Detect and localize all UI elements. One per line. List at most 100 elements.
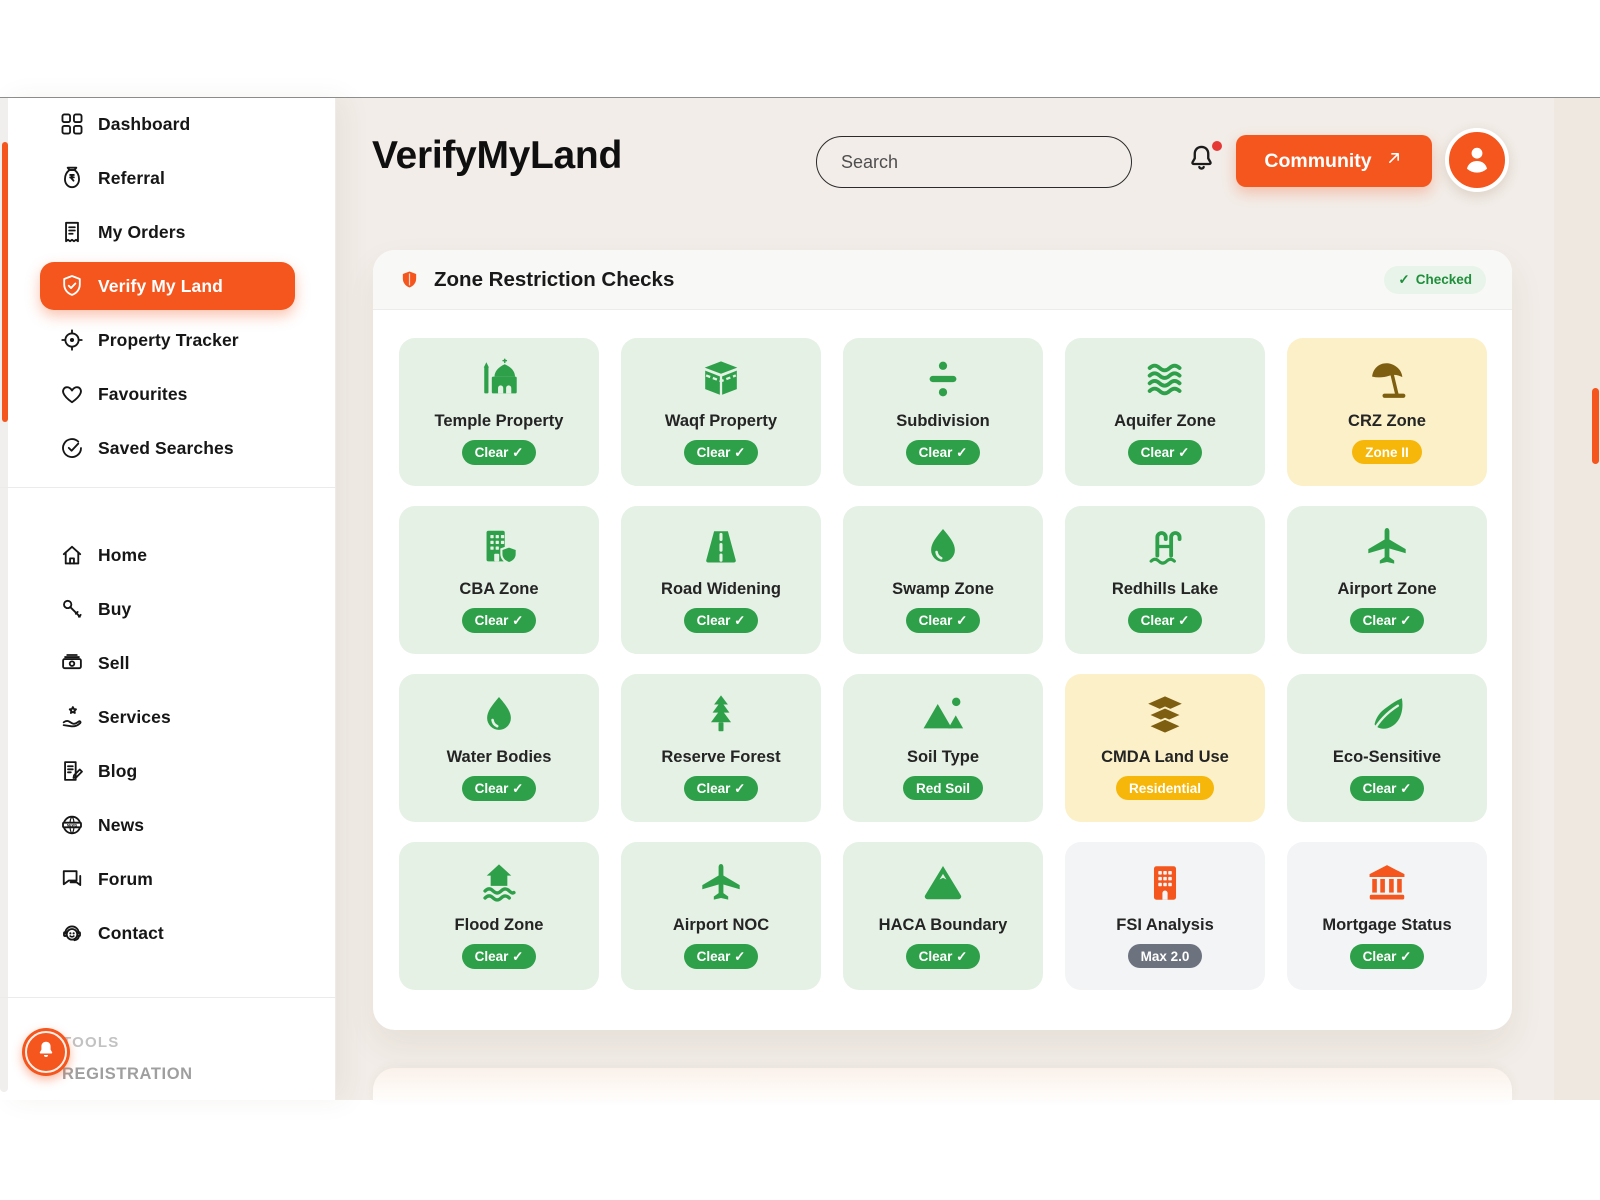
- user-avatar[interactable]: [1445, 128, 1509, 192]
- mountain-snow-icon: [920, 857, 966, 909]
- sidebar-item-label: Home: [98, 545, 147, 566]
- sidebar-footer-tools-label: TOOLS: [62, 1034, 119, 1051]
- zone-check-title: Mortgage Status: [1322, 916, 1451, 935]
- plane-icon: [698, 857, 744, 909]
- sidebar-item-forum[interactable]: Forum: [0, 855, 335, 907]
- zone-check-title: CBA Zone: [459, 580, 538, 599]
- sidebar-item-contact[interactable]: Contact: [0, 909, 335, 961]
- sidebar-item-buy[interactable]: Buy: [0, 585, 335, 637]
- zone-check-status-badge: Clear ✓: [462, 776, 537, 801]
- zone-check-card-crz-zone[interactable]: CRZ Zone Zone II: [1287, 338, 1487, 486]
- mountains-sun-icon: [920, 689, 966, 741]
- sidebar-item-verify-my-land[interactable]: Verify My Land: [0, 262, 335, 314]
- droplet-icon: [920, 521, 966, 573]
- zone-check-status-badge: Clear ✓: [1350, 776, 1425, 801]
- sidebar-item-label: Referral: [98, 168, 165, 189]
- page-title: VerifyMyLand: [372, 134, 622, 178]
- plane-icon: [1364, 521, 1410, 573]
- zone-check-title: Swamp Zone: [892, 580, 994, 599]
- forum-icon: [59, 866, 85, 892]
- zone-check-card-cmda-land-use[interactable]: CMDA Land Use Residential: [1065, 674, 1265, 822]
- sidebar-item-label: Property Tracker: [98, 330, 239, 351]
- sidebar-item-saved-searches[interactable]: Saved Searches: [0, 424, 335, 476]
- sidebar-item-referral[interactable]: Referral: [0, 154, 335, 206]
- saved-searches-icon: [59, 435, 85, 461]
- my-orders-icon: [59, 219, 85, 245]
- sidebar-item-property-tracker[interactable]: Property Tracker: [0, 316, 335, 368]
- sidebar-item-news[interactable]: NEWS News: [0, 801, 335, 853]
- zone-restriction-panel: Zone Restriction Checks ✓ Checked Temple…: [373, 250, 1512, 1030]
- sidebar-item-label: Saved Searches: [98, 438, 234, 459]
- main-area: VerifyMyLand Community Zone Restriction …: [336, 98, 1600, 1100]
- community-button-label: Community: [1264, 150, 1371, 173]
- panel-header: Zone Restriction Checks ✓ Checked: [373, 250, 1512, 310]
- sidebar-item-blog[interactable]: Blog: [0, 747, 335, 799]
- sidebar-item-label: Dashboard: [98, 114, 190, 135]
- sidebar-item-my-orders[interactable]: My Orders: [0, 208, 335, 260]
- zone-check-card-swamp-zone[interactable]: Swamp Zone Clear ✓: [843, 506, 1043, 654]
- dashboard-icon: [59, 111, 85, 137]
- sidebar-item-favourites[interactable]: Favourites: [0, 370, 335, 422]
- zone-check-status-badge: Clear ✓: [906, 608, 981, 633]
- zone-check-status-badge: Clear ✓: [906, 440, 981, 465]
- sidebar-primary-nav: Dashboard Referral My Orders Verify My L…: [0, 98, 335, 476]
- zone-check-card-aquifer-zone[interactable]: Aquifer Zone Clear ✓: [1065, 338, 1265, 486]
- zone-check-title: FSI Analysis: [1116, 916, 1214, 935]
- building-icon: [1142, 857, 1188, 909]
- search-input[interactable]: [816, 136, 1132, 188]
- zone-check-card-airport-noc[interactable]: Airport NOC Clear ✓: [621, 842, 821, 990]
- zone-check-card-subdivision[interactable]: Subdivision Clear ✓: [843, 338, 1043, 486]
- zone-check-card-cba-zone[interactable]: CBA Zone Clear ✓: [399, 506, 599, 654]
- zone-check-card-haca-boundary[interactable]: HACA Boundary Clear ✓: [843, 842, 1043, 990]
- sidebar-item-label: Verify My Land: [98, 276, 223, 297]
- zone-check-title: Subdivision: [896, 412, 990, 431]
- layers-icon: [1142, 689, 1188, 741]
- sell-cash-icon: [59, 650, 85, 676]
- sidebar-item-services[interactable]: Services: [0, 693, 335, 745]
- zone-check-card-road-widening[interactable]: Road Widening Clear ✓: [621, 506, 821, 654]
- zone-check-card-soil-type[interactable]: Soil Type Red Soil: [843, 674, 1043, 822]
- zone-check-card-waqf-property[interactable]: Waqf Property Clear ✓: [621, 338, 821, 486]
- droplet-icon: [476, 689, 522, 741]
- sidebar: Dashboard Referral My Orders Verify My L…: [0, 98, 336, 1100]
- community-button[interactable]: Community: [1236, 135, 1432, 187]
- zone-check-card-flood-zone[interactable]: Flood Zone Clear ✓: [399, 842, 599, 990]
- zone-check-card-redhills-lake[interactable]: Redhills Lake Clear ✓: [1065, 506, 1265, 654]
- zone-check-card-airport-zone[interactable]: Airport Zone Clear ✓: [1287, 506, 1487, 654]
- sidebar-footer-registration-label: REGISTRATION: [62, 1065, 193, 1084]
- flood-house-icon: [476, 857, 522, 909]
- pool-ladder-icon: [1142, 521, 1188, 573]
- sidebar-item-label: Blog: [98, 761, 137, 782]
- sidebar-item-label: Favourites: [98, 384, 188, 405]
- svg-text:NEWS: NEWS: [67, 823, 78, 827]
- zone-check-card-eco-sensitive[interactable]: Eco-Sensitive Clear ✓: [1287, 674, 1487, 822]
- zone-check-status-badge: Clear ✓: [684, 776, 759, 801]
- zone-check-title: CMDA Land Use: [1101, 748, 1229, 767]
- mosque-icon: [476, 353, 522, 405]
- checked-status-badge: ✓ Checked: [1384, 266, 1486, 294]
- building-shield-icon: [476, 521, 522, 573]
- sidebar-item-label: Services: [98, 707, 171, 728]
- sidebar-item-label: News: [98, 815, 144, 836]
- checked-label: Checked: [1416, 272, 1472, 287]
- zone-check-card-water-bodies[interactable]: Water Bodies Clear ✓: [399, 674, 599, 822]
- page: Dashboard Referral My Orders Verify My L…: [0, 0, 1600, 1200]
- arrow-up-right-icon: [1384, 148, 1404, 174]
- sidebar-item-sell[interactable]: Sell: [0, 639, 335, 691]
- app-window: Dashboard Referral My Orders Verify My L…: [0, 98, 1600, 1100]
- sidebar-item-home[interactable]: Home: [0, 531, 335, 583]
- zone-check-status-badge: Clear ✓: [1128, 608, 1203, 633]
- sidebar-item-dashboard[interactable]: Dashboard: [0, 100, 335, 152]
- sidebar-item-label: Forum: [98, 869, 153, 890]
- notifications-bell-button[interactable]: [1185, 142, 1221, 180]
- sidebar-item-label: Buy: [98, 599, 131, 620]
- check-icon: ✓: [1398, 272, 1409, 288]
- notifications-fab[interactable]: [22, 1028, 70, 1076]
- zone-check-status-badge: Zone II: [1352, 440, 1422, 464]
- zone-check-card-temple-property[interactable]: Temple Property Clear ✓: [399, 338, 599, 486]
- zone-check-title: Airport Zone: [1338, 580, 1437, 599]
- zone-check-card-reserve-forest[interactable]: Reserve Forest Clear ✓: [621, 674, 821, 822]
- zone-check-card-mortgage-status[interactable]: Mortgage Status Clear ✓: [1287, 842, 1487, 990]
- scrollbar-thumb[interactable]: [1592, 388, 1599, 464]
- zone-check-card-fsi-analysis[interactable]: FSI Analysis Max 2.0: [1065, 842, 1265, 990]
